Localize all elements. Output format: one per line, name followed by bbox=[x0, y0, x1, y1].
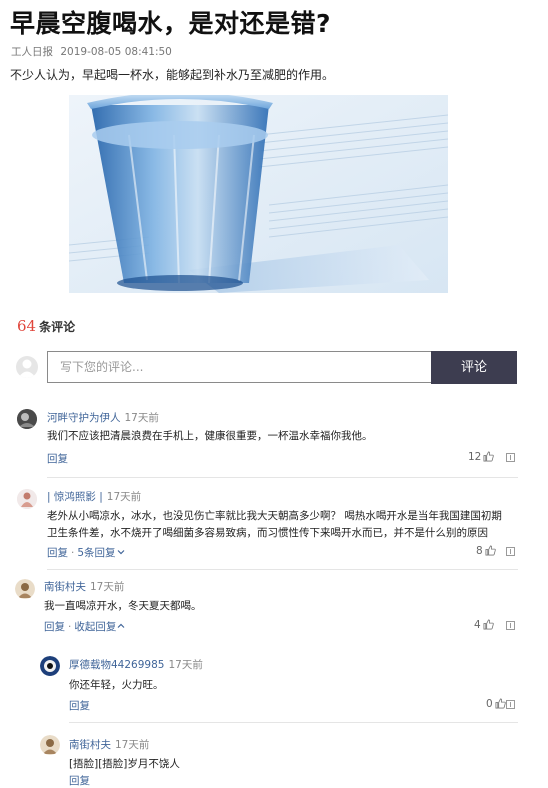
like-count: 0 bbox=[486, 698, 493, 710]
like-button[interactable]: 12 bbox=[468, 451, 495, 463]
like-button[interactable]: 8 bbox=[476, 545, 496, 557]
article-source: 工人日报 bbox=[11, 46, 53, 58]
expand-replies-label: 5条回复 bbox=[77, 547, 116, 559]
thumb-up-icon bbox=[485, 545, 496, 556]
article-title: 早晨空腹喝水，是对还是错? bbox=[10, 9, 332, 38]
collapse-replies-button[interactable]: 收起回复 bbox=[74, 621, 125, 633]
comments-count-number: 64 bbox=[17, 317, 37, 335]
comment-time: 17天前 bbox=[124, 412, 159, 424]
divider bbox=[47, 477, 518, 478]
article-intro: 不少人认为，早起喝一杯水，能够起到补水乃至减肥的作用。 bbox=[10, 68, 335, 82]
reply-button[interactable]: 回复 bbox=[69, 775, 90, 787]
reply-actions: 回复 bbox=[69, 773, 90, 788]
comment-username[interactable]: 河畔守护为伊人 bbox=[47, 412, 121, 424]
comment-input-box[interactable] bbox=[47, 351, 431, 383]
comment-time: 17天前 bbox=[106, 491, 142, 503]
thumb-up-icon bbox=[495, 698, 506, 709]
submit-comment-button[interactable]: 评论 bbox=[431, 351, 517, 384]
comment-user-line: 南街村夫 17天前 bbox=[44, 579, 124, 594]
comments-count-label: 条评论 bbox=[39, 320, 76, 334]
reply-button[interactable]: 回复 bbox=[47, 547, 68, 559]
report-icon[interactable] bbox=[506, 453, 515, 462]
report-icon[interactable] bbox=[506, 700, 515, 709]
current-user-avatar bbox=[16, 356, 38, 378]
comment-text: 我一直喝凉开水，冬天夏天都喝。 bbox=[44, 600, 202, 612]
reply-username[interactable]: 南街村夫 bbox=[69, 739, 111, 751]
action-separator: · bbox=[68, 621, 72, 633]
reply-time: 17天前 bbox=[115, 739, 150, 751]
comment-username[interactable]: | 惊鸿照影 | bbox=[47, 491, 103, 503]
thumb-up-icon bbox=[483, 451, 495, 462]
chevron-down-icon bbox=[117, 550, 124, 555]
like-button[interactable]: 4 bbox=[474, 619, 494, 631]
reply-user-line: 南街村夫 17天前 bbox=[69, 737, 149, 752]
divider bbox=[69, 722, 518, 723]
like-count: 4 bbox=[474, 619, 481, 631]
expand-replies-button[interactable]: 5条回复 bbox=[77, 547, 124, 559]
comment-actions: 回复 · 收起回复 bbox=[44, 619, 125, 634]
article-meta: 工人日报 2019-08-05 08:41:50 bbox=[11, 44, 172, 59]
reply-text: 你还年轻，火力旺。 bbox=[69, 679, 164, 691]
article-image-water-glass bbox=[69, 95, 448, 293]
comment-text-line-2: 卫生条件差，水不烧开了喝细菌多容易致病，而习惯性传下来喝开水而已，并不是什么别的… bbox=[47, 527, 488, 539]
report-icon[interactable] bbox=[506, 547, 515, 556]
avatar[interactable] bbox=[40, 735, 60, 755]
divider bbox=[47, 569, 518, 570]
report-icon[interactable] bbox=[506, 621, 515, 630]
reply-actions: 回复 bbox=[69, 698, 90, 713]
action-separator: · bbox=[71, 547, 75, 559]
chevron-up-icon bbox=[117, 623, 125, 628]
reply-button[interactable]: 回复 bbox=[47, 453, 68, 465]
like-button[interactable]: 0 bbox=[486, 698, 506, 710]
avatar[interactable] bbox=[17, 489, 37, 509]
thumb-up-icon bbox=[483, 619, 494, 630]
comment-time: 17天前 bbox=[90, 581, 125, 593]
comment-username[interactable]: 南街村夫 bbox=[44, 581, 86, 593]
comment-user-line: | 惊鸿照影 | 17天前 bbox=[47, 489, 141, 504]
reply-button[interactable]: 回复 bbox=[69, 700, 90, 712]
avatar[interactable] bbox=[40, 656, 60, 676]
like-count: 12 bbox=[468, 451, 482, 463]
reply-time: 17天前 bbox=[168, 659, 203, 671]
comment-actions: 回复 bbox=[47, 451, 68, 466]
comment-input[interactable] bbox=[48, 352, 431, 382]
reply-button[interactable]: 回复 bbox=[44, 621, 65, 633]
collapse-replies-label: 收起回复 bbox=[74, 621, 117, 633]
reply-user-line: 厚德载物44269985 17天前 bbox=[69, 657, 203, 672]
comment-text-line-1: 老外从小喝凉水，冰水，也没见伤亡率就比我大天朝高多少啊？ 喝热水喝开水是当年我国… bbox=[47, 510, 502, 522]
comment-actions: 回复 · 5条回复 bbox=[47, 545, 125, 560]
avatar[interactable] bbox=[15, 579, 35, 599]
reply-username[interactable]: 厚德载物44269985 bbox=[69, 659, 164, 671]
comment-user-line: 河畔守护为伊人 17天前 bbox=[47, 410, 159, 425]
reply-text: [捂脸][捂脸]岁月不饶人 bbox=[69, 758, 180, 770]
comments-count: 64 条评论 bbox=[17, 316, 75, 335]
article-datetime: 2019-08-05 08:41:50 bbox=[60, 46, 172, 58]
avatar[interactable] bbox=[17, 409, 37, 429]
comment-text: 我们不应该把清晨浪费在手机上，健康很重要，一杯温水幸福你我他。 bbox=[47, 430, 373, 442]
like-count: 8 bbox=[476, 545, 483, 557]
